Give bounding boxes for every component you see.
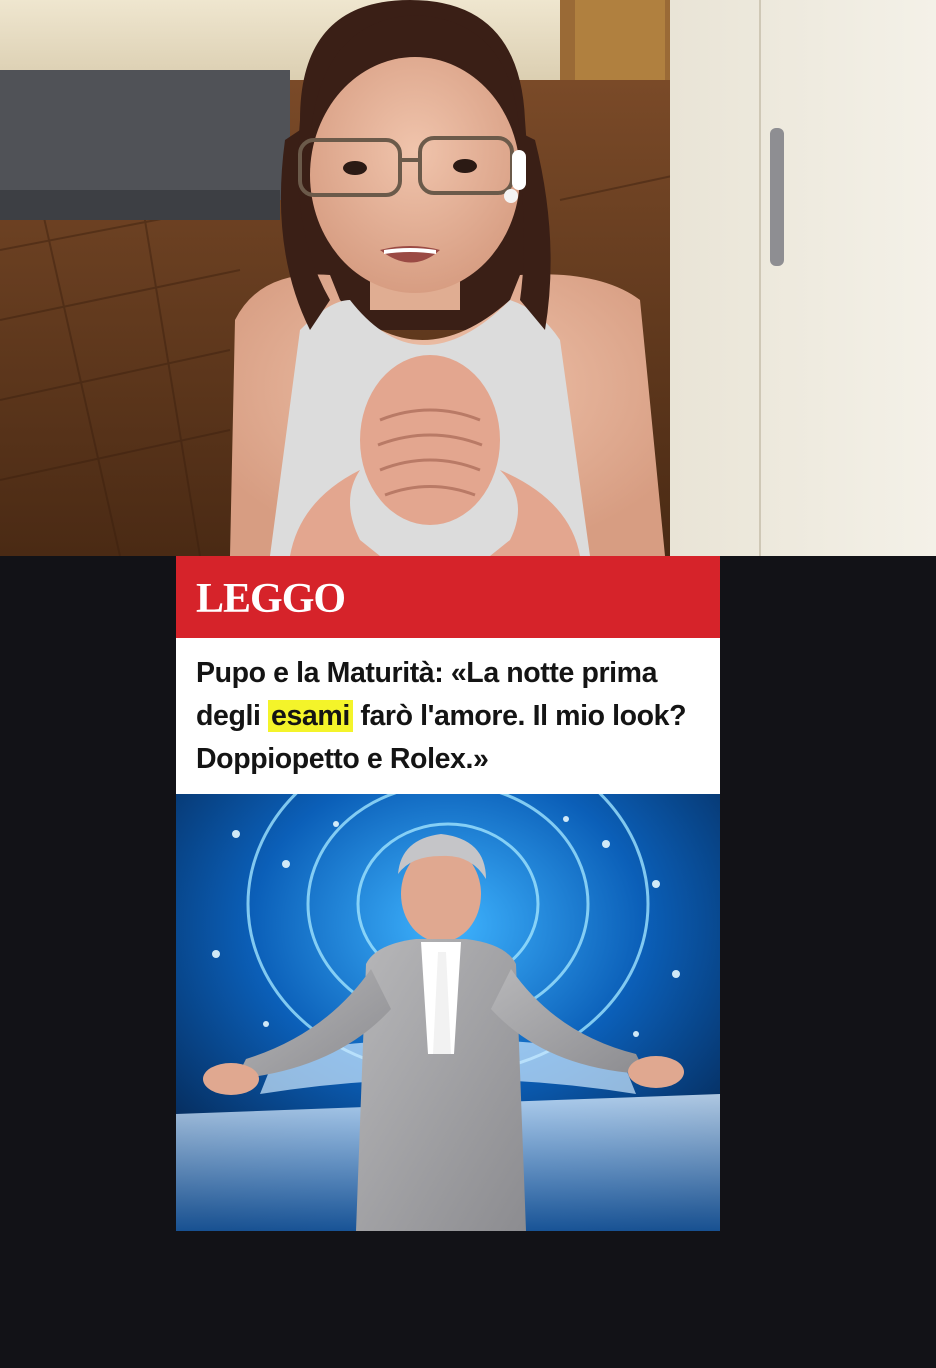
webcam-video-frame [0, 0, 936, 556]
leggo-logo: LEGGO [196, 576, 346, 622]
headline-highlighted-word: esami [268, 700, 353, 732]
article-hero-image [176, 794, 720, 1231]
webcam-scene-illustration [0, 0, 936, 556]
article-card[interactable]: LEGGO Pupo e la Maturità: «La notte prim… [176, 556, 720, 1231]
brand-header-bar: LEGGO [176, 556, 720, 638]
article-headline[interactable]: Pupo e la Maturità: «La notte prima degl… [196, 652, 706, 781]
tv-studio-illustration [176, 794, 720, 1231]
